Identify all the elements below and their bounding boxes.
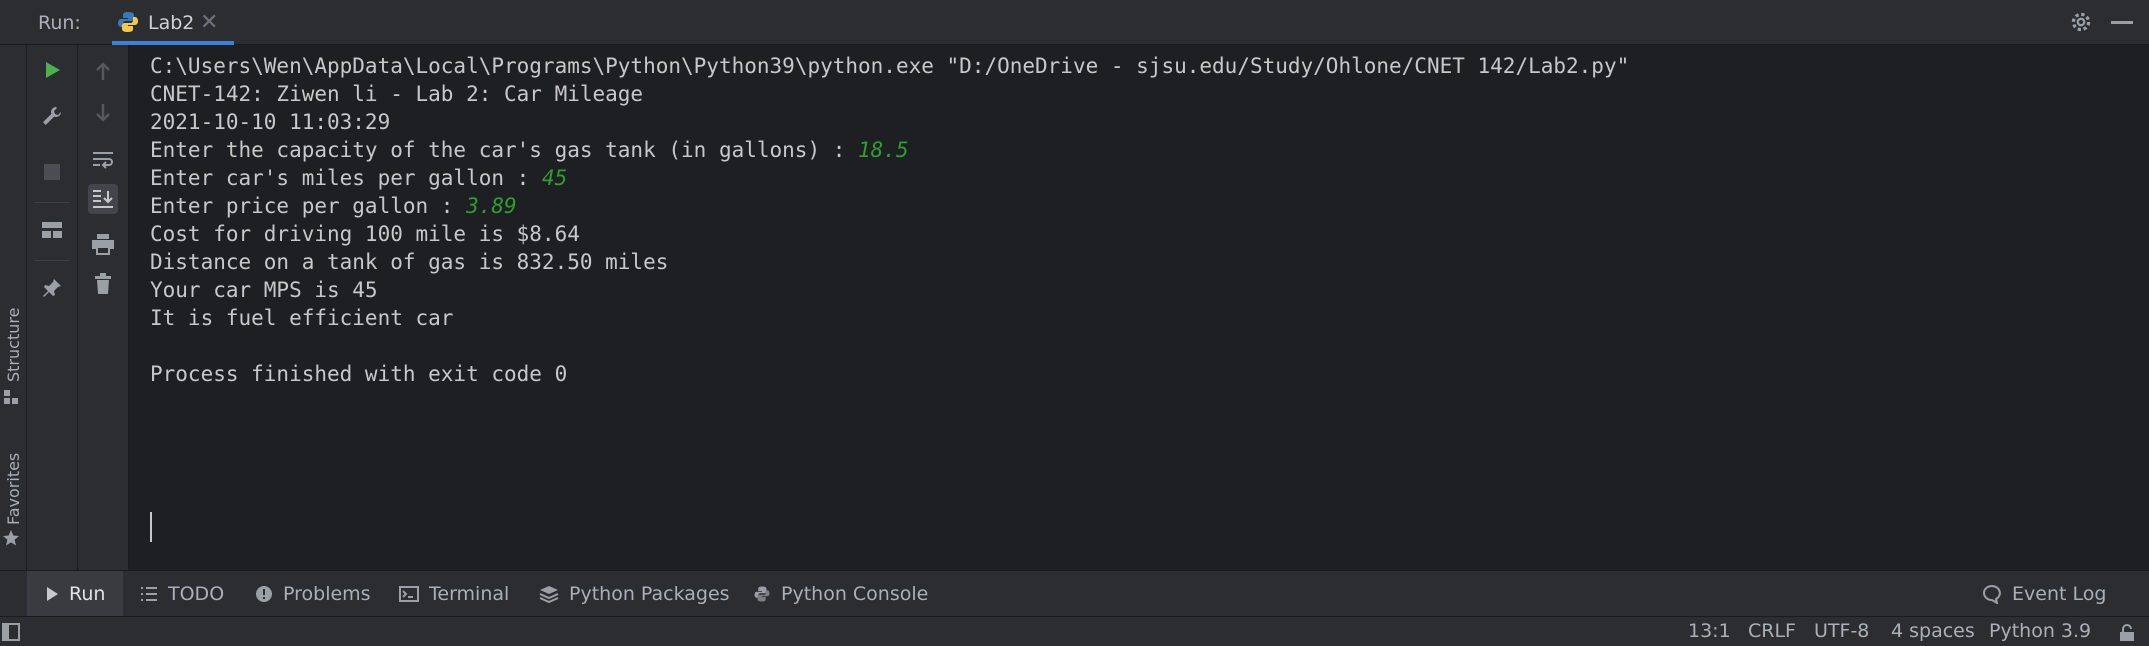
lock-icon[interactable] [2118,624,2136,642]
toggle-tool-windows-icon[interactable] [2,623,20,641]
console-line: Cost for driving 100 mile is $8.64 [150,222,580,246]
next-occurrence-button[interactable] [88,97,118,127]
previous-occurrence-button[interactable] [88,57,118,87]
console-line: C:\Users\Wen\AppData\Local\Programs\Pyth… [150,54,1630,78]
print-button[interactable] [88,229,118,259]
user-input: 18.5 [858,138,909,162]
info-icon [255,585,273,603]
run-label: Run: [38,12,81,34]
tab-label: Lab2 [148,12,195,34]
tab-problems[interactable]: Problems [255,571,371,617]
list-icon [140,586,158,602]
console-line: Process finished with exit code 0 [150,362,568,386]
python-file-icon [118,12,138,32]
pin-tab-button[interactable] [37,273,67,303]
arrow-down-icon [96,104,110,122]
tab-lab2[interactable]: Lab2 ✕ [112,0,234,45]
console-line: It is fuel efficient car [150,306,454,330]
tab-run[interactable]: Run [27,571,124,617]
run-toolbar-primary [27,45,78,570]
play-icon [45,586,59,602]
soft-wrap-button[interactable] [88,145,118,175]
trash-icon [95,273,111,294]
layers-icon [539,585,559,603]
tab-label: Terminal [429,583,510,605]
tab-label: Python Packages [569,583,730,605]
minimize-icon[interactable] [2111,21,2133,24]
line-separator[interactable]: CRLF [1748,620,1796,642]
close-icon[interactable]: ✕ [200,10,218,35]
tab-label: TODO [168,583,225,605]
play-icon [46,62,60,78]
console-line: CNET-142: Ziwen li - Lab 2: Car Mileage [150,82,644,106]
restore-layout-button[interactable] [37,215,67,245]
run-tool-window-header: Run: Lab2 ✕ [0,0,2149,45]
tab-python-console[interactable]: Python Console [753,571,928,617]
python-icon [753,585,771,603]
left-tool-stripe: Structure Favorites [0,45,27,570]
clear-all-button[interactable] [88,269,118,299]
indent-setting[interactable]: 4 spaces [1891,620,1975,642]
edit-configuration-button[interactable] [37,101,67,131]
python-interpreter[interactable]: Python 3.9 [1989,620,2091,642]
rerun-button[interactable] [37,55,67,85]
tab-label: Run [69,583,106,605]
console-line: Enter the capacity of the car's gas tank… [150,138,909,162]
scroll-to-end-icon [93,190,113,208]
tab-python-packages[interactable]: Python Packages [539,571,730,617]
user-input: 3.89 [466,194,517,218]
structure-icon [4,390,18,404]
run-toolbar-secondary [78,45,129,570]
console-line: Distance on a tank of gas is 832.50 mile… [150,250,669,274]
caret-position[interactable]: 13:1 [1688,620,1731,642]
layout-icon [42,222,62,238]
event-log-label: Event Log [2012,583,2107,605]
soft-wrap-icon [93,152,113,169]
structure-panel-button[interactable]: Structure [4,308,23,382]
user-input: 45 [541,166,568,190]
console-line: Enter price per gallon : 3.89 [150,194,517,218]
file-encoding[interactable]: UTF-8 [1814,620,1869,642]
stop-button[interactable] [37,157,67,187]
stop-icon [44,164,60,180]
star-icon [3,530,19,546]
toolbar-divider [35,260,69,261]
console-line: Enter car's miles per gallon : 45 [150,166,568,190]
gear-icon[interactable] [2068,9,2094,35]
console-output[interactable]: C:\Users\Wen\AppData\Local\Programs\Pyth… [129,45,2149,570]
tool-window-bar: Run TODO Problems Terminal Python Packag… [0,570,2149,617]
console-line: 2021-10-10 11:03:29 [150,110,391,134]
terminal-icon [399,586,419,602]
printer-icon [92,234,114,255]
event-log-button[interactable]: Event Log [1982,571,2106,617]
scroll-to-end-button[interactable] [88,184,118,214]
tab-terminal[interactable]: Terminal [399,571,509,617]
console-line: Your car MPS is 45 [150,278,378,302]
toolbar-divider [35,202,69,203]
favorites-panel-button[interactable]: Favorites [4,453,23,525]
status-bar: 13:1 CRLF UTF-8 4 spaces Python 3.9 [0,616,2149,646]
pin-icon [43,279,61,297]
wrench-icon [43,107,61,125]
text-caret [150,512,152,542]
arrow-up-icon [96,62,110,80]
tab-label: Python Console [781,583,929,605]
tab-label: Problems [283,583,371,605]
speech-bubble-icon [1982,584,2002,604]
tab-todo[interactable]: TODO [140,571,224,617]
